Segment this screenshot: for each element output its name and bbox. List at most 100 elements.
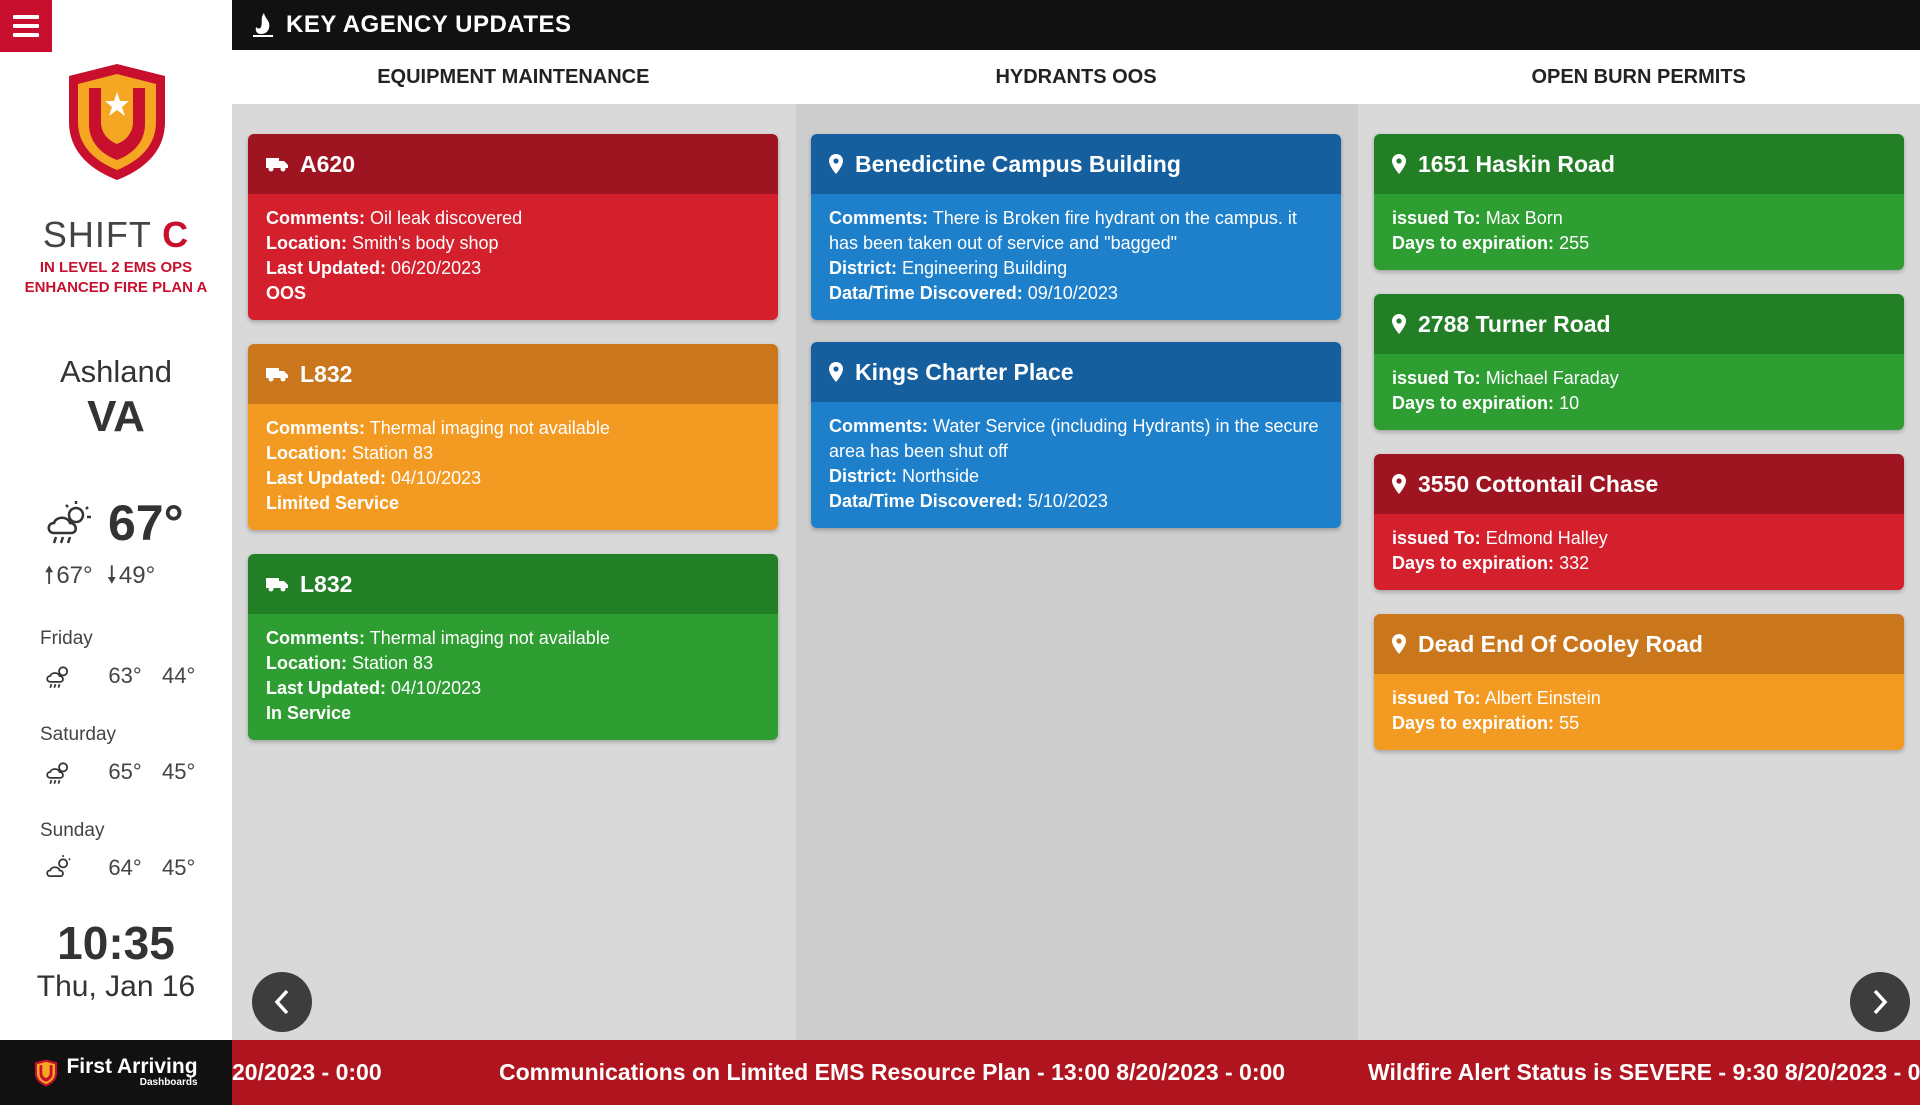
equipment-card[interactable]: L832 Comments: Thermal imaging not avail… [248,554,778,740]
permits-column: 1651 Haskin Road issued To: Max Born Day… [1358,104,1920,1040]
permit-card[interactable]: 1651 Haskin Road issued To: Max Born Day… [1374,134,1904,270]
flame-icon [253,13,273,37]
equipment-card[interactable]: L832 Comments: Thermal imaging not avail… [248,344,778,530]
card-updated: 06/20/2023 [391,258,482,278]
rain-sun-icon [46,666,69,688]
card-days: 10 [1559,393,1580,413]
next-page-button[interactable] [1850,972,1910,1032]
previous-page-button[interactable] [252,972,312,1032]
high-temp: 67° [56,562,93,589]
truck-icon [266,366,288,382]
forecast-day-label: Friday [40,628,93,649]
forecast-day-label: Saturday [40,724,117,745]
card-title: Kings Charter Place [855,358,1074,385]
forecast-low: 45° [162,855,196,880]
forecast-high: 65° [108,759,142,784]
card-comments: Oil leak discovered [370,208,523,228]
current-weather: 67° [44,494,184,552]
state-name: VA [87,392,145,441]
card-days: 55 [1559,713,1580,733]
card-location: Smith's body shop [352,233,499,253]
card-days: 332 [1559,553,1590,573]
shift-indicator: SHIFT C [42,214,190,255]
map-pin-icon [1392,314,1406,334]
truck-icon [266,156,288,172]
agency-shield-logo [69,64,165,180]
down-arrow-icon: 🠗 [106,562,117,589]
page-title: KEY AGENCY UPDATES [286,11,572,38]
permit-card[interactable]: 3550 Cottontail Chase issued To: Edmond … [1374,454,1904,590]
rain-sun-icon [47,501,91,544]
map-pin-icon [829,154,843,174]
card-title: Dead End Of Cooley Road [1418,630,1703,657]
card-comments: Thermal imaging not available [369,628,610,648]
column-headers: EQUIPMENT MAINTENANCE HYDRANTS OOS OPEN … [232,50,1920,104]
first-arriving-logo: First Arriving Dashboards [0,1040,232,1105]
forecast-row: 64° 45° [44,854,195,882]
card-status: Limited Service [266,493,400,513]
card-location: Station 83 [352,653,434,673]
card-title: L832 [300,360,353,387]
card-title: Benedictine Campus Building [855,150,1181,177]
card-days: 255 [1559,233,1590,253]
column-header-equipment: EQUIPMENT MAINTENANCE [377,66,650,88]
card-location: Station 83 [352,443,434,463]
column-header-permits: OPEN BURN PERMITS [1531,66,1746,88]
card-issued-to: Max Born [1485,208,1563,228]
card-status: In Service [266,703,352,723]
hydrants-column: Benedictine Campus Building Comments: Th… [796,104,1358,1040]
map-pin-icon [1392,634,1406,654]
forecast-high: 63° [108,663,142,688]
card-title: A620 [300,150,355,177]
map-pin-icon [1392,474,1406,494]
hydrant-card[interactable]: Benedictine Campus Building Comments: Th… [811,134,1341,320]
chevron-right-icon [1873,989,1888,1015]
partly-cloudy-icon [46,855,71,878]
column-header-hydrants: HYDRANTS OOS [995,66,1157,88]
rain-sun-icon [46,762,69,784]
current-temperature: 67° [108,495,184,551]
status-line-ems: IN LEVEL 2 EMS OPS [39,259,193,276]
low-temp: 49° [118,562,156,589]
sidebar: SHIFT C IN LEVEL 2 EMS OPS ENHANCED FIRE… [0,0,232,1040]
forecast-day-label: Sunday [40,820,105,841]
permit-card[interactable]: Dead End Of Cooley Road issued To: Alber… [1374,614,1904,750]
equipment-card[interactable]: A620 Comments: Oil leak discovered Locat… [248,134,778,320]
city-name: Ashland [59,354,173,389]
header-bar: KEY AGENCY UPDATES [232,0,1920,50]
forecast-low: 44° [162,663,196,688]
permit-card[interactable]: 2788 Turner Road issued To: Michael Fara… [1374,294,1904,430]
card-discovered: 09/10/2023 [1027,283,1118,303]
forecast-row: 63° 44° [44,662,195,690]
card-discovered: 5/10/2023 [1027,491,1108,511]
card-status: OOS [266,283,307,303]
high-low: 🠕 67° 🠗 49° [44,558,155,599]
card-title: 3550 Cottontail Chase [1418,470,1659,497]
ticker-item: Communications on Limited EMS Resource P… [499,1059,1286,1085]
status-line-fire: ENHANCED FIRE PLAN A [24,279,208,296]
card-district: Engineering Building [902,258,1068,278]
chevron-left-icon [274,989,289,1015]
news-ticker: First Arriving Dashboards 20/2023 - 0:00… [0,1040,1920,1105]
ticker-item: Wildfire Alert Status is SEVERE - 9:30 8… [1368,1059,1920,1085]
forecast-low: 45° [162,759,196,784]
brand-subtitle: Dashboards [139,1077,198,1088]
up-arrow-icon: 🠕 [44,562,55,589]
truck-icon [266,576,288,592]
shield-logo-icon [35,1059,58,1086]
ticker-item: 20/2023 - 0:00 [232,1059,382,1085]
brand-name: First Arriving [66,1055,198,1078]
hydrant-card[interactable]: Kings Charter Place Comments: Water Serv… [811,342,1341,528]
card-issued-to: Albert Einstein [1484,688,1601,708]
card-issued-to: Michael Faraday [1485,368,1619,388]
card-district: Northside [902,466,980,486]
equipment-column: A620 Comments: Oil leak discovered Locat… [232,104,796,1040]
clock-date: Thu, Jan 16 [36,970,196,1003]
card-comments: Thermal imaging not available [369,418,610,438]
card-updated: 04/10/2023 [391,678,482,698]
map-pin-icon [829,362,843,382]
hamburger-menu-button[interactable] [0,0,52,52]
card-title: 1651 Haskin Road [1418,150,1615,177]
card-issued-to: Edmond Halley [1485,528,1608,548]
forecast-high: 64° [108,855,142,880]
